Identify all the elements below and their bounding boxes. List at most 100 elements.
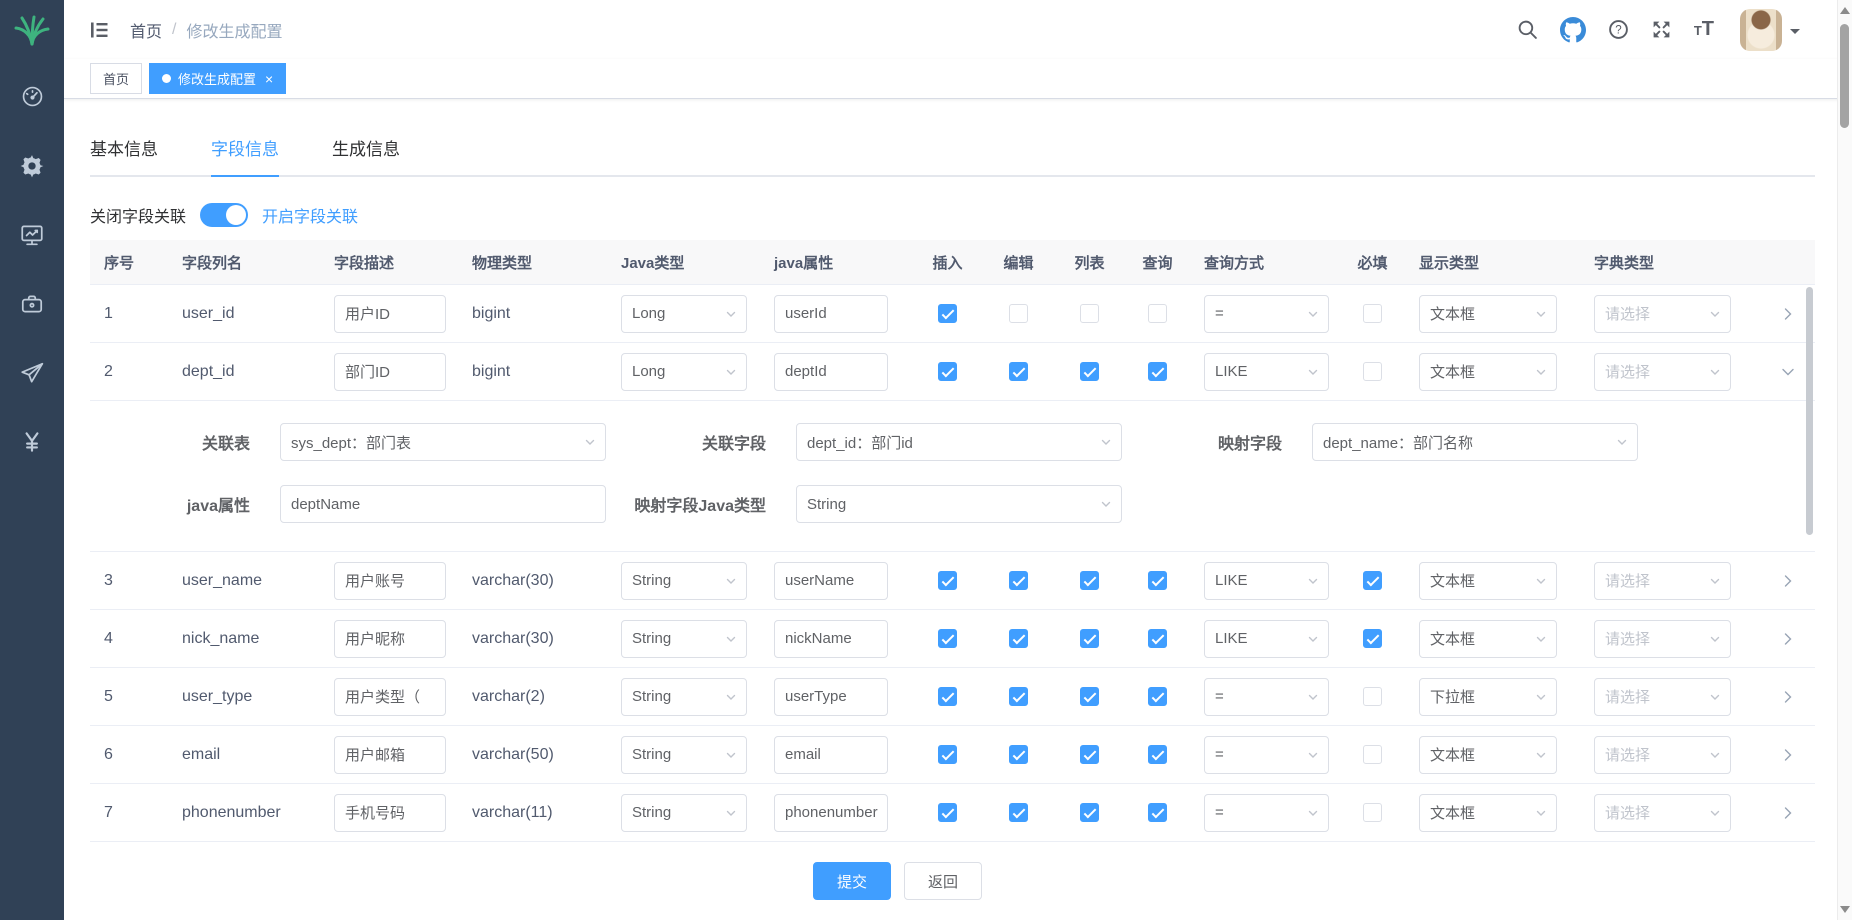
list-checkbox[interactable] bbox=[1080, 803, 1099, 822]
tab-field-info[interactable]: 字段信息 bbox=[211, 135, 279, 175]
required-checkbox[interactable] bbox=[1363, 571, 1382, 590]
relation-table-select[interactable]: sys_dept：部门表 bbox=[280, 423, 606, 461]
field-desc-input[interactable]: 用户账号 bbox=[334, 562, 446, 600]
field-desc-input[interactable]: 部门ID bbox=[334, 353, 446, 391]
collapse-row-icon[interactable] bbox=[1780, 364, 1796, 380]
sidebar-item-gear[interactable] bbox=[19, 131, 45, 200]
java-type-select[interactable]: Long bbox=[621, 295, 747, 333]
edit-checkbox[interactable] bbox=[1009, 362, 1028, 381]
query-type-select[interactable]: LIKE bbox=[1204, 620, 1329, 658]
sidebar-item-toolbox[interactable] bbox=[19, 269, 45, 338]
display-type-select[interactable]: 文本框 bbox=[1419, 353, 1557, 391]
required-checkbox[interactable] bbox=[1363, 362, 1382, 381]
field-desc-input[interactable]: 用户昵称 bbox=[334, 620, 446, 658]
back-button[interactable]: 返回 bbox=[904, 862, 982, 900]
field-desc-input[interactable]: 手机号码 bbox=[334, 794, 446, 832]
insert-checkbox[interactable] bbox=[938, 629, 957, 648]
expand-row-icon[interactable] bbox=[1780, 306, 1796, 322]
sidebar-item-yuan[interactable] bbox=[19, 407, 45, 476]
required-checkbox[interactable] bbox=[1363, 687, 1382, 706]
insert-checkbox[interactable] bbox=[938, 571, 957, 590]
java-field-input[interactable]: deptId bbox=[774, 353, 888, 391]
scroll-up-icon[interactable] bbox=[1840, 7, 1850, 14]
tab-basic-info[interactable]: 基本信息 bbox=[90, 135, 158, 175]
dict-type-select[interactable]: 请选择 bbox=[1594, 794, 1731, 832]
relation-toggle-switch[interactable] bbox=[200, 203, 248, 227]
java-type-select[interactable]: String bbox=[621, 678, 747, 716]
edit-checkbox[interactable] bbox=[1009, 304, 1028, 323]
query-checkbox[interactable] bbox=[1148, 745, 1167, 764]
insert-checkbox[interactable] bbox=[938, 745, 957, 764]
close-tag-icon[interactable]: × bbox=[265, 72, 273, 86]
list-checkbox[interactable] bbox=[1080, 629, 1099, 648]
edit-checkbox[interactable] bbox=[1009, 803, 1028, 822]
java-type-select[interactable]: String bbox=[621, 562, 747, 600]
query-type-select[interactable]: = bbox=[1204, 736, 1329, 774]
insert-checkbox[interactable] bbox=[938, 687, 957, 706]
expand-row-icon[interactable] bbox=[1780, 747, 1796, 763]
expand-row-icon[interactable] bbox=[1780, 573, 1796, 589]
display-type-select[interactable]: 下拉框 bbox=[1419, 678, 1557, 716]
list-checkbox[interactable] bbox=[1080, 687, 1099, 706]
github-icon[interactable] bbox=[1560, 17, 1586, 43]
java-field-input[interactable]: userType bbox=[774, 678, 888, 716]
display-type-select[interactable]: 文本框 bbox=[1419, 295, 1557, 333]
java-type-select[interactable]: String bbox=[621, 736, 747, 774]
display-type-select[interactable]: 文本框 bbox=[1419, 794, 1557, 832]
required-checkbox[interactable] bbox=[1363, 803, 1382, 822]
field-desc-input[interactable]: 用户ID bbox=[334, 295, 446, 333]
breadcrumb-home[interactable]: 首页 bbox=[130, 18, 162, 42]
query-type-select[interactable]: LIKE bbox=[1204, 562, 1329, 600]
required-checkbox[interactable] bbox=[1363, 304, 1382, 323]
sidebar-item-monitor-chart[interactable] bbox=[19, 200, 45, 269]
java-field-input[interactable]: userId bbox=[774, 295, 888, 333]
mapping-java-type-select[interactable]: String bbox=[796, 485, 1122, 523]
sidebar-toggle-icon[interactable] bbox=[88, 19, 110, 41]
java-type-select[interactable]: Long bbox=[621, 353, 747, 391]
sidebar-item-paper-plane[interactable] bbox=[19, 338, 45, 407]
sidebar-item-dashboard[interactable] bbox=[19, 62, 45, 131]
query-checkbox[interactable] bbox=[1148, 803, 1167, 822]
mapping-field-select[interactable]: dept_name：部门名称 bbox=[1312, 423, 1638, 461]
expand-row-icon[interactable] bbox=[1780, 689, 1796, 705]
edit-checkbox[interactable] bbox=[1009, 745, 1028, 764]
relation-field-select[interactable]: dept_id：部门id bbox=[796, 423, 1122, 461]
submit-button[interactable]: 提交 bbox=[813, 862, 891, 900]
dict-type-select[interactable]: 请选择 bbox=[1594, 678, 1731, 716]
scroll-down-icon[interactable] bbox=[1840, 906, 1850, 913]
font-size-icon[interactable]: TT bbox=[1694, 18, 1714, 41]
query-checkbox[interactable] bbox=[1148, 362, 1167, 381]
insert-checkbox[interactable] bbox=[938, 304, 957, 323]
edit-checkbox[interactable] bbox=[1009, 571, 1028, 590]
field-desc-input[interactable]: 用户类型（ bbox=[334, 678, 446, 716]
query-type-select[interactable]: = bbox=[1204, 295, 1329, 333]
insert-checkbox[interactable] bbox=[938, 803, 957, 822]
expand-row-icon[interactable] bbox=[1780, 805, 1796, 821]
java-attribute-input[interactable]: deptName bbox=[280, 485, 606, 523]
query-checkbox[interactable] bbox=[1148, 629, 1167, 648]
java-type-select[interactable]: String bbox=[621, 620, 747, 658]
java-field-input[interactable]: userName bbox=[774, 562, 888, 600]
query-type-select[interactable]: = bbox=[1204, 678, 1329, 716]
display-type-select[interactable]: 文本框 bbox=[1419, 562, 1557, 600]
list-checkbox[interactable] bbox=[1080, 362, 1099, 381]
java-field-input[interactable]: email bbox=[774, 736, 888, 774]
java-field-input[interactable]: nickName bbox=[774, 620, 888, 658]
display-type-select[interactable]: 文本框 bbox=[1419, 620, 1557, 658]
required-checkbox[interactable] bbox=[1363, 745, 1382, 764]
dict-type-select[interactable]: 请选择 bbox=[1594, 620, 1731, 658]
required-checkbox[interactable] bbox=[1363, 629, 1382, 648]
field-desc-input[interactable]: 用户邮箱 bbox=[334, 736, 446, 774]
app-logo[interactable] bbox=[0, 0, 64, 62]
search-icon[interactable] bbox=[1517, 19, 1538, 40]
edit-checkbox[interactable] bbox=[1009, 687, 1028, 706]
list-checkbox[interactable] bbox=[1080, 745, 1099, 764]
java-field-input[interactable]: phonenumber bbox=[774, 794, 888, 832]
dict-type-select[interactable]: 请选择 bbox=[1594, 353, 1731, 391]
page-scrollbar-thumb[interactable] bbox=[1840, 24, 1849, 128]
page-scrollbar[interactable] bbox=[1837, 0, 1852, 920]
query-checkbox[interactable] bbox=[1148, 571, 1167, 590]
dict-type-select[interactable]: 请选择 bbox=[1594, 736, 1731, 774]
edit-checkbox[interactable] bbox=[1009, 629, 1028, 648]
query-type-select[interactable]: = bbox=[1204, 794, 1329, 832]
